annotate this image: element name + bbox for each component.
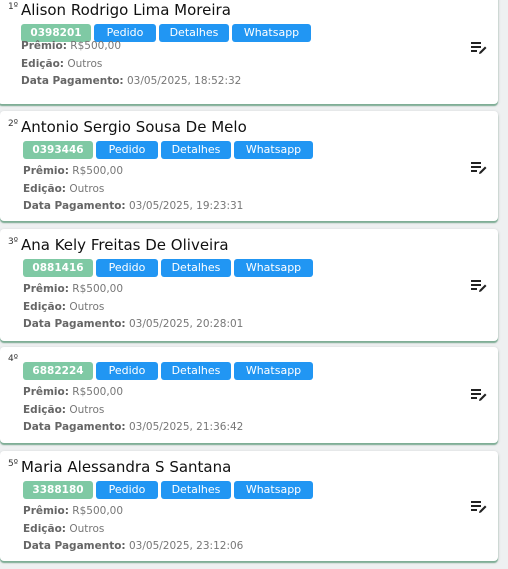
action-buttons: 0881416 Pedido Detalhes Whatsapp	[23, 259, 313, 277]
order-code-badge[interactable]: 3388180	[23, 481, 93, 499]
edicao-label: Edição:	[21, 57, 65, 70]
winner-card: 3º Ana Kely Freitas De Oliveira 0881416 Ped…	[0, 229, 498, 341]
premio-row: Prêmio: R$500,00	[23, 384, 243, 402]
premio-value: R$500,00	[70, 40, 122, 52]
winner-name: Ana Kely Freitas De Oliveira	[20, 236, 229, 254]
playlist-edit-icon[interactable]	[470, 40, 488, 56]
rank-label: 2º	[8, 119, 18, 129]
pedido-button[interactable]: Pedido	[96, 481, 158, 499]
edicao-value: Outros	[69, 182, 105, 195]
winner-name: Maria Alessandra S Santana	[20, 458, 232, 476]
data-pagamento-row: Data Pagamento: 03/05/2025, 21:36:42	[23, 419, 243, 437]
edicao-label: Edição:	[23, 182, 67, 195]
rank-label: 3º	[8, 237, 18, 247]
edicao-value: Outros	[67, 57, 103, 70]
premio-row: Prêmio: R$500,00	[21, 38, 241, 56]
edicao-row: Edição: Outros	[23, 181, 243, 199]
winner-card: 4º 6882224 Pedido Detalhes Whatsapp Prêmio: R…	[0, 347, 498, 443]
edicao-label: Edição:	[23, 403, 67, 416]
edicao-row: Edição: Outros	[23, 299, 243, 317]
edicao-label: Edição:	[23, 300, 67, 313]
premio-row: Prêmio: R$500,00	[23, 163, 243, 181]
winners-list: 1º Alison Rodrigo Lima Moreira 0398201 Pedi…	[0, 0, 508, 569]
data-pagamento-value: 03/05/2025, 20:28:01	[128, 318, 244, 330]
playlist-edit-icon[interactable]	[470, 278, 488, 294]
winner-card: 1º Alison Rodrigo Lima Moreira 0398201 Pedi…	[0, 0, 498, 104]
whatsapp-button[interactable]: Whatsapp	[234, 141, 313, 159]
premio-label: Prêmio:	[23, 386, 69, 398]
edicao-value: Outros	[69, 522, 105, 535]
data-pagamento-label: Data Pagamento:	[23, 540, 126, 552]
detalhes-button[interactable]: Detalhes	[161, 362, 231, 380]
rank-label: 4º	[8, 354, 18, 364]
data-pagamento-row: Data Pagamento: 03/05/2025, 23:12:06	[23, 538, 243, 556]
data-pagamento-label: Data Pagamento:	[23, 200, 126, 212]
data-pagamento-label: Data Pagamento:	[23, 318, 126, 330]
data-pagamento-value: 03/05/2025, 21:36:42	[128, 421, 244, 433]
winner-header: 5º Maria Alessandra S Santana	[8, 457, 231, 476]
winner-info: Prêmio: R$500,00 Edição: Outros Data Pagam…	[23, 163, 243, 216]
premio-row: Prêmio: R$500,00	[23, 503, 243, 521]
edicao-row: Edição: Outros	[23, 521, 243, 539]
winner-card: 5º Maria Alessandra S Santana 3388180 Pedid…	[0, 451, 498, 561]
playlist-edit-icon[interactable]	[470, 499, 488, 515]
data-pagamento-label: Data Pagamento:	[21, 75, 124, 87]
edicao-value: Outros	[69, 403, 105, 416]
detalhes-button[interactable]: Detalhes	[161, 141, 231, 159]
edicao-row: Edição: Outros	[21, 56, 241, 74]
data-pagamento-row: Data Pagamento: 03/05/2025, 19:23:31	[23, 198, 243, 216]
winner-header: 3º Ana Kely Freitas De Oliveira	[8, 235, 229, 254]
premio-value: R$500,00	[72, 505, 124, 517]
pedido-button[interactable]: Pedido	[96, 362, 158, 380]
premio-label: Prêmio:	[23, 505, 69, 517]
order-code-badge[interactable]: 0881416	[23, 259, 93, 277]
winner-header: 1º Alison Rodrigo Lima Moreira	[8, 0, 231, 19]
premio-value: R$500,00	[72, 165, 124, 177]
premio-label: Prêmio:	[23, 165, 69, 177]
pedido-button[interactable]: Pedido	[96, 259, 158, 277]
whatsapp-button[interactable]: Whatsapp	[234, 362, 313, 380]
order-code-badge[interactable]: 0393446	[23, 141, 93, 159]
edicao-label: Edição:	[23, 522, 67, 535]
rank-label: 5º	[8, 459, 18, 469]
data-pagamento-label: Data Pagamento:	[23, 421, 126, 433]
whatsapp-button[interactable]: Whatsapp	[234, 481, 313, 499]
winner-info: Prêmio: R$500,00 Edição: Outros Data Pagam…	[23, 503, 243, 556]
whatsapp-button[interactable]: Whatsapp	[232, 24, 311, 42]
detalhes-button[interactable]: Detalhes	[161, 259, 231, 277]
data-pagamento-value: 03/05/2025, 19:23:31	[128, 200, 244, 212]
premio-label: Prêmio:	[23, 283, 69, 295]
action-buttons: 0393446 Pedido Detalhes Whatsapp	[23, 141, 313, 159]
edicao-value: Outros	[69, 300, 105, 313]
winner-info: Prêmio: R$500,00 Edição: Outros Data Pagam…	[23, 384, 243, 437]
detalhes-button[interactable]: Detalhes	[161, 481, 231, 499]
premio-value: R$500,00	[72, 283, 124, 295]
playlist-edit-icon[interactable]	[470, 160, 488, 176]
order-code-badge[interactable]: 6882224	[23, 362, 93, 380]
premio-row: Prêmio: R$500,00	[23, 281, 243, 299]
data-pagamento-value: 03/05/2025, 18:52:32	[126, 75, 242, 87]
playlist-edit-icon[interactable]	[470, 387, 488, 403]
action-buttons: 3388180 Pedido Detalhes Whatsapp	[23, 481, 313, 499]
rank-label: 1º	[8, 2, 18, 12]
whatsapp-button[interactable]: Whatsapp	[234, 259, 313, 277]
winner-header: 4º	[8, 352, 21, 371]
winner-info: Prêmio: R$500,00 Edição: Outros Data Pagam…	[23, 281, 243, 334]
winner-name: Alison Rodrigo Lima Moreira	[20, 1, 231, 19]
pedido-button[interactable]: Pedido	[96, 141, 158, 159]
data-pagamento-row: Data Pagamento: 03/05/2025, 18:52:32	[21, 73, 241, 91]
premio-value: R$500,00	[72, 386, 124, 398]
winner-info: Prêmio: R$500,00 Edição: Outros Data Pagam…	[21, 38, 241, 91]
winner-card: 2º Antonio Sergio Sousa De Melo 0393446 Ped…	[0, 111, 498, 221]
data-pagamento-value: 03/05/2025, 23:12:06	[128, 540, 244, 552]
action-buttons: 6882224 Pedido Detalhes Whatsapp	[23, 362, 313, 380]
winner-header: 2º Antonio Sergio Sousa De Melo	[8, 117, 247, 136]
winner-name: Antonio Sergio Sousa De Melo	[20, 118, 247, 136]
edicao-row: Edição: Outros	[23, 402, 243, 420]
premio-label: Prêmio:	[21, 40, 67, 52]
data-pagamento-row: Data Pagamento: 03/05/2025, 20:28:01	[23, 316, 243, 334]
